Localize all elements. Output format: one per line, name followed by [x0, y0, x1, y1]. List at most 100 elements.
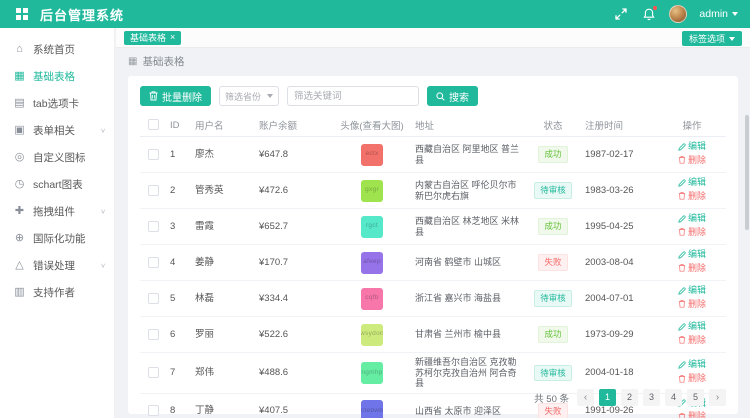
- page-button-4[interactable]: 4: [665, 389, 682, 406]
- cell-actions: 编辑 删除: [658, 137, 726, 173]
- page-button-2[interactable]: 2: [621, 389, 638, 406]
- sidebar-item-drag[interactable]: ✚ 拖拽组件 ∨: [0, 198, 114, 225]
- delete-button[interactable]: 删除: [678, 373, 706, 384]
- cell-address: 新疆维吾尔自治区 克孜勒苏柯尔克孜自治州 阿合奇县: [411, 353, 525, 394]
- sidebar-item-label: 基础表格: [33, 69, 75, 84]
- cell-balance: ¥647.8: [255, 137, 333, 173]
- delete-button[interactable]: 删除: [678, 155, 706, 166]
- batch-delete-label: 批量删除: [162, 89, 202, 104]
- delete-button[interactable]: 删除: [678, 411, 706, 418]
- tab-basic-table[interactable]: 基础表格 ×: [124, 31, 181, 45]
- province-select[interactable]: 筛选省份: [219, 86, 279, 106]
- menu-grid-icon[interactable]: [14, 6, 30, 22]
- prev-page-button[interactable]: ‹: [577, 389, 594, 406]
- chart-icon: ◷: [13, 179, 26, 190]
- cell-regtime: 2003-08-04: [581, 245, 658, 281]
- notification-bell-icon[interactable]: [641, 6, 657, 22]
- trash-icon: [678, 156, 686, 164]
- tag-options-button[interactable]: 标签选项: [682, 31, 742, 46]
- avatar-thumbnail[interactable]: ectx: [361, 144, 383, 166]
- sidebar-item-table[interactable]: ▦ 基础表格 ∨: [0, 63, 114, 90]
- table-row: 7 郑伟 ¥488.6 ngmhp 新疆维吾尔自治区 克孜勒苏柯尔克孜自治州 阿…: [140, 353, 726, 394]
- avatar-thumbnail[interactable]: cqfb: [361, 288, 383, 310]
- edit-button[interactable]: 编辑: [678, 321, 706, 332]
- page-button-1[interactable]: 1: [599, 389, 616, 406]
- page-button-5[interactable]: 5: [687, 389, 704, 406]
- cell-regtime: 1987-02-17: [581, 137, 658, 173]
- row-checkbox[interactable]: [148, 221, 159, 232]
- user-menu[interactable]: admin: [699, 8, 738, 20]
- sidebar-item-label: tab选项卡: [33, 96, 79, 111]
- table-icon: ▦: [13, 71, 26, 82]
- sidebar-item-label: 拖拽组件: [33, 204, 75, 219]
- row-checkbox[interactable]: [148, 293, 159, 304]
- edit-button[interactable]: 编辑: [678, 213, 706, 224]
- sidebar-item-i18n[interactable]: ⊕ 国际化功能 ∨: [0, 225, 114, 252]
- warning-icon: △: [13, 260, 26, 271]
- delete-button[interactable]: 删除: [678, 263, 706, 274]
- avatar-thumbnail[interactable]: wsydon: [361, 324, 383, 346]
- sidebar-item-tabs[interactable]: ▤ tab选项卡 ∨: [0, 90, 114, 117]
- delete-button[interactable]: 删除: [678, 191, 706, 202]
- sidebar-item-error[interactable]: △ 错误处理 ∨: [0, 252, 114, 279]
- sidebar-item-label: 自定义图标: [33, 150, 86, 165]
- user-avatar[interactable]: [669, 5, 687, 23]
- search-label: 搜索: [449, 89, 469, 104]
- sidebar-item-schart[interactable]: ◷ schart图表 ∨: [0, 171, 114, 198]
- sidebar-item-donate[interactable]: ▥ 支持作者 ∨: [0, 279, 114, 306]
- avatar-thumbnail[interactable]: gxgr: [361, 180, 383, 202]
- row-checkbox[interactable]: [148, 185, 159, 196]
- edit-button[interactable]: 编辑: [678, 359, 706, 370]
- next-page-button[interactable]: ›: [709, 389, 726, 406]
- cell-address: 甘肃省 兰州市 榆中县: [411, 317, 525, 353]
- close-icon[interactable]: ×: [170, 33, 175, 42]
- row-checkbox[interactable]: [148, 257, 159, 268]
- chevron-down-icon: ∨: [100, 262, 106, 269]
- cell-username: 林磊: [191, 281, 255, 317]
- avatar-thumbnail[interactable]: rgct: [361, 216, 383, 238]
- sidebar-item-home[interactable]: ⌂ 系统首页 ∨: [0, 36, 114, 63]
- breadcrumb-label: 基础表格: [142, 54, 184, 69]
- sidebar: ⌂ 系统首页 ∨ ▦ 基础表格 ∨ ▤ tab选项卡 ∨ ▣ 表单相关 ∨ ◎ …: [0, 28, 115, 418]
- cell-actions: 编辑 删除: [658, 245, 726, 281]
- edit-button[interactable]: 编辑: [678, 177, 706, 188]
- row-checkbox[interactable]: [148, 149, 159, 160]
- avatar-thumbnail[interactable]: ngmhp: [361, 362, 383, 384]
- data-table: ID 用户名 账户余额 头像(查看大图) 地址 状态 注册时间 操作: [140, 114, 726, 418]
- row-checkbox[interactable]: [148, 329, 159, 340]
- trash-icon: [678, 336, 686, 344]
- col-header-avatar: 头像(查看大图): [333, 114, 411, 137]
- status-badge: 待审核: [534, 365, 572, 382]
- tab-bar: 基础表格 × 标签选项: [116, 28, 750, 48]
- edit-button[interactable]: 编辑: [678, 141, 706, 152]
- content-area: ▦ 基础表格 批量删除 筛选省份: [116, 48, 750, 418]
- pencil-icon: [678, 143, 686, 151]
- cell-regtime: 1983-03-26: [581, 173, 658, 209]
- table-panel: 批量删除 筛选省份 搜索: [128, 76, 738, 414]
- fullscreen-icon[interactable]: [613, 6, 629, 22]
- drag-icon: ✚: [13, 206, 26, 217]
- search-button[interactable]: 搜索: [427, 86, 478, 106]
- sidebar-item-icons[interactable]: ◎ 自定义图标 ∨: [0, 144, 114, 171]
- table-row: 3 雷霞 ¥652.7 rgct 西藏自治区 林芝地区 米林县 成功 1995-…: [140, 209, 726, 245]
- edit-button[interactable]: 编辑: [678, 285, 706, 296]
- sidebar-item-form[interactable]: ▣ 表单相关 ∨: [0, 117, 114, 144]
- delete-button[interactable]: 删除: [678, 335, 706, 346]
- page-button-3[interactable]: 3: [643, 389, 660, 406]
- keyword-input[interactable]: [287, 86, 419, 106]
- cell-balance: ¥522.6: [255, 317, 333, 353]
- cell-id: 2: [166, 173, 191, 209]
- sidebar-item-label: schart图表: [33, 177, 83, 192]
- tab-label: 基础表格: [130, 31, 166, 44]
- pagination-total: 共 50 条: [534, 391, 569, 405]
- batch-delete-button[interactable]: 批量删除: [140, 86, 211, 106]
- delete-button[interactable]: 删除: [678, 227, 706, 238]
- sidebar-item-label: 系统首页: [33, 42, 75, 57]
- avatar-thumbnail[interactable]: afeep: [361, 252, 383, 274]
- select-all-checkbox[interactable]: [148, 119, 159, 130]
- scrollbar-thumb[interactable]: [745, 115, 749, 230]
- delete-button[interactable]: 删除: [678, 299, 706, 310]
- edit-button[interactable]: 编辑: [678, 249, 706, 260]
- row-checkbox[interactable]: [148, 367, 159, 378]
- app-title: 后台管理系统: [40, 5, 124, 24]
